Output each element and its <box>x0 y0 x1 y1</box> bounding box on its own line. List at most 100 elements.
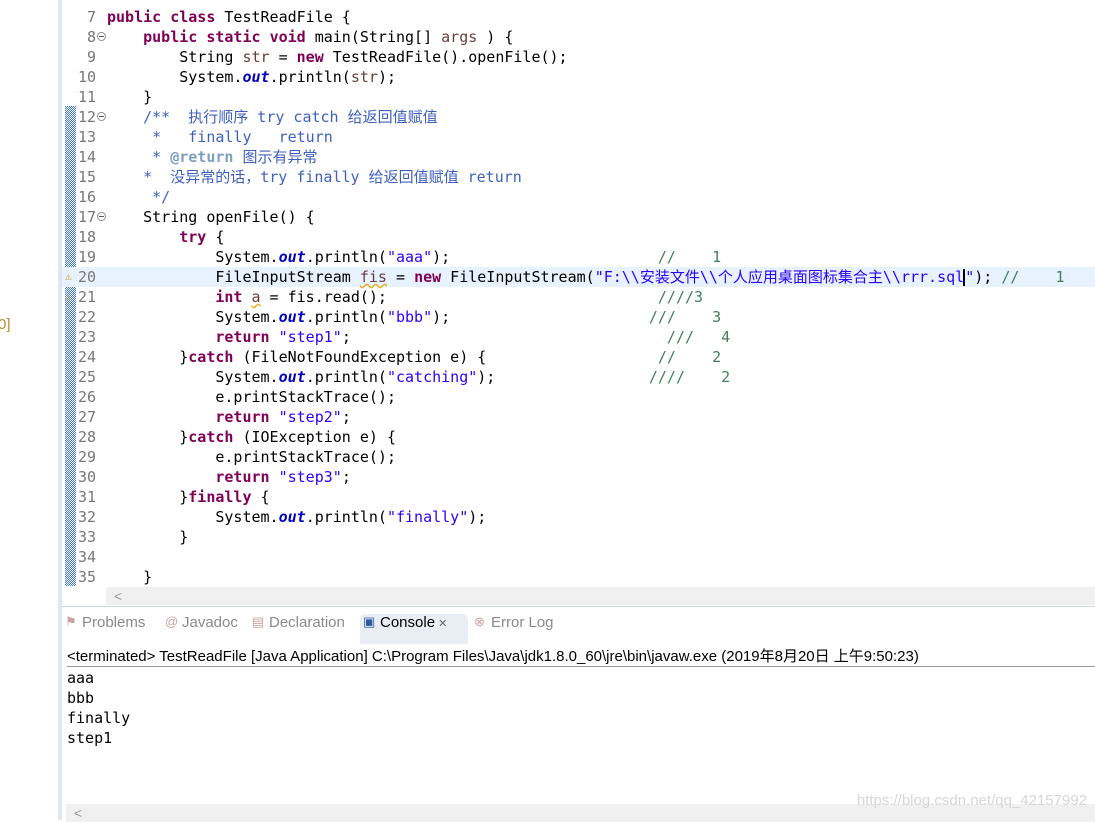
code-line[interactable]: 29 e.printStackTrace(); <box>62 447 1095 467</box>
code-token: " <box>965 268 975 286</box>
code-token: ; <box>341 468 351 486</box>
tab-javadoc[interactable]: @ Javadoc <box>162 614 238 644</box>
error-log-icon: ⊗ <box>474 614 485 629</box>
code-token: e.printStackTrace(); <box>107 448 396 466</box>
code-line[interactable]: 30 return "step3"; <box>62 467 1095 487</box>
code-line[interactable]: 12 /** 执行顺序 try catch 给返回值赋值 <box>62 107 1095 127</box>
line-number: 16 <box>77 188 96 206</box>
code-token: new <box>414 268 442 286</box>
line-number: 13 <box>77 128 96 146</box>
code-line[interactable]: 34 <box>62 547 1095 567</box>
code-token: ); <box>468 508 487 526</box>
code-line[interactable]: 23 return "step1"; /// 4 <box>62 327 1095 347</box>
tab-problems[interactable]: ⚑ Problems <box>62 614 145 644</box>
code-token: /// 3 <box>648 308 722 326</box>
code-token: System. <box>107 308 279 326</box>
problems-icon: ⚑ <box>65 614 77 629</box>
code-token: TestReadFile().openFile(); <box>323 48 568 66</box>
code-text: }catch (FileNotFoundException e) { // 2 <box>107 347 721 367</box>
code-token: fis <box>359 268 387 286</box>
line-number: 35 <box>77 568 96 586</box>
code-line[interactable]: 24 }catch (FileNotFoundException e) { //… <box>62 347 1095 367</box>
scroll-left-icon[interactable]: < <box>74 805 82 821</box>
code-line[interactable]: 9 String str = new TestReadFile().openFi… <box>62 47 1095 67</box>
code-token: //// 2 <box>648 368 731 386</box>
code-token: finally <box>188 488 252 506</box>
code-line[interactable]: 35 } <box>62 567 1095 587</box>
code-line[interactable]: 11 } <box>62 87 1095 107</box>
code-token: ); <box>477 368 649 386</box>
code-token: (IOException e) { <box>233 428 396 446</box>
close-tab-icon[interactable]: ✕ <box>435 618 447 630</box>
code-line[interactable]: 25 System.out.println("catching"); //// … <box>62 367 1095 387</box>
line-number: 32 <box>77 508 96 526</box>
line-number: 27 <box>77 408 96 426</box>
code-token: "catching" <box>386 368 478 386</box>
code-line[interactable]: 33 } <box>62 527 1095 547</box>
code-text: System.out.println("finally"); <box>107 507 486 527</box>
code-line[interactable]: 20 ⚠ FileInputStream fis = new FileInputS… <box>62 267 1095 287</box>
code-token: @return <box>170 148 234 166</box>
code-line[interactable]: 8 public static void main(String[] args … <box>62 27 1095 47</box>
code-line[interactable]: 26 e.printStackTrace(); <box>62 387 1095 407</box>
code-token: String <box>107 48 243 66</box>
code-line[interactable]: 15 * 没异常的话，try finally 给返回值赋值 return <box>62 167 1095 187</box>
line-number: 10 <box>77 68 96 86</box>
code-text: }catch (IOException e) { <box>107 427 396 447</box>
line-number: 19 <box>77 248 96 266</box>
code-line[interactable]: 19 System.out.println("aaa"); // 1 <box>62 247 1095 267</box>
code-token: } <box>107 428 189 446</box>
tab-console[interactable]: ▣ Console ✕ <box>360 614 468 644</box>
left-panel: 0] <box>0 0 58 820</box>
code-line[interactable]: 27 return "step2"; <box>62 407 1095 427</box>
code-line[interactable]: 22 System.out.println("bbb"); /// 3 <box>62 307 1095 327</box>
fold-collapse-icon[interactable] <box>97 32 106 41</box>
warning-icon[interactable]: ⚠ <box>65 290 77 304</box>
code-line[interactable]: 17 String openFile() { <box>62 207 1095 227</box>
code-line[interactable]: 31 }finally { <box>62 487 1095 507</box>
code-line[interactable]: 7 public class TestReadFile { <box>62 7 1095 27</box>
code-token: ////3 <box>657 288 704 306</box>
line-number: 33 <box>77 528 96 546</box>
code-line[interactable]: 16 */ <box>62 187 1095 207</box>
code-line[interactable]: 18 try { <box>62 227 1095 247</box>
code-line[interactable]: 14 * @return 图示有异常 <box>62 147 1095 167</box>
scroll-left-icon[interactable]: < <box>114 588 122 604</box>
fold-collapse-icon[interactable] <box>97 212 106 221</box>
tab-error-log[interactable]: ⊗ Error Log <box>471 614 554 644</box>
code-token: */ <box>107 188 171 206</box>
code-token: str <box>350 68 378 86</box>
code-token: // 1 <box>1001 268 1065 286</box>
code-text: System.out.println(str); <box>107 67 396 87</box>
code-token: } <box>107 528 189 546</box>
tab-declaration[interactable]: ▤ Declaration <box>249 614 345 644</box>
code-line[interactable]: 21 ⚠ int a = fis.read(); ////3 <box>62 287 1095 307</box>
code-token: "bbb" <box>386 308 433 326</box>
code-line[interactable]: 32 System.out.println("finally"); <box>62 507 1095 527</box>
warning-icon[interactable]: ⚠ <box>65 270 77 284</box>
code-text: System.out.println("aaa"); // 1 <box>107 247 721 267</box>
code-token: System. <box>107 248 279 266</box>
code-line[interactable]: 10 System.out.println(str); <box>62 67 1095 87</box>
code-token: * <box>107 148 171 166</box>
line-number: 12 <box>77 108 96 126</box>
code-token: ); <box>432 248 658 266</box>
code-token: System. <box>107 68 243 86</box>
line-number: 15 <box>77 168 96 186</box>
code-text: System.out.println("bbb"); /// 3 <box>107 307 721 327</box>
code-editor[interactable]: 7 public class TestReadFile {8 public sta… <box>62 0 1095 607</box>
fold-collapse-icon[interactable] <box>97 112 106 121</box>
code-line[interactable]: 28 }catch (IOException e) { <box>62 427 1095 447</box>
code-token: (FileNotFoundException e) { <box>233 348 658 366</box>
code-token: * 没异常的话，try finally 给返回值赋值 return <box>107 168 522 186</box>
editor-horizontal-scrollbar[interactable]: < <box>106 587 1095 605</box>
code-line[interactable]: 13 * finally return <box>62 127 1095 147</box>
code-token: "step1" <box>278 328 342 346</box>
code-token: .println( <box>305 508 387 526</box>
watermark: https://blog.csdn.net/qq_42157992 <box>856 792 1087 809</box>
